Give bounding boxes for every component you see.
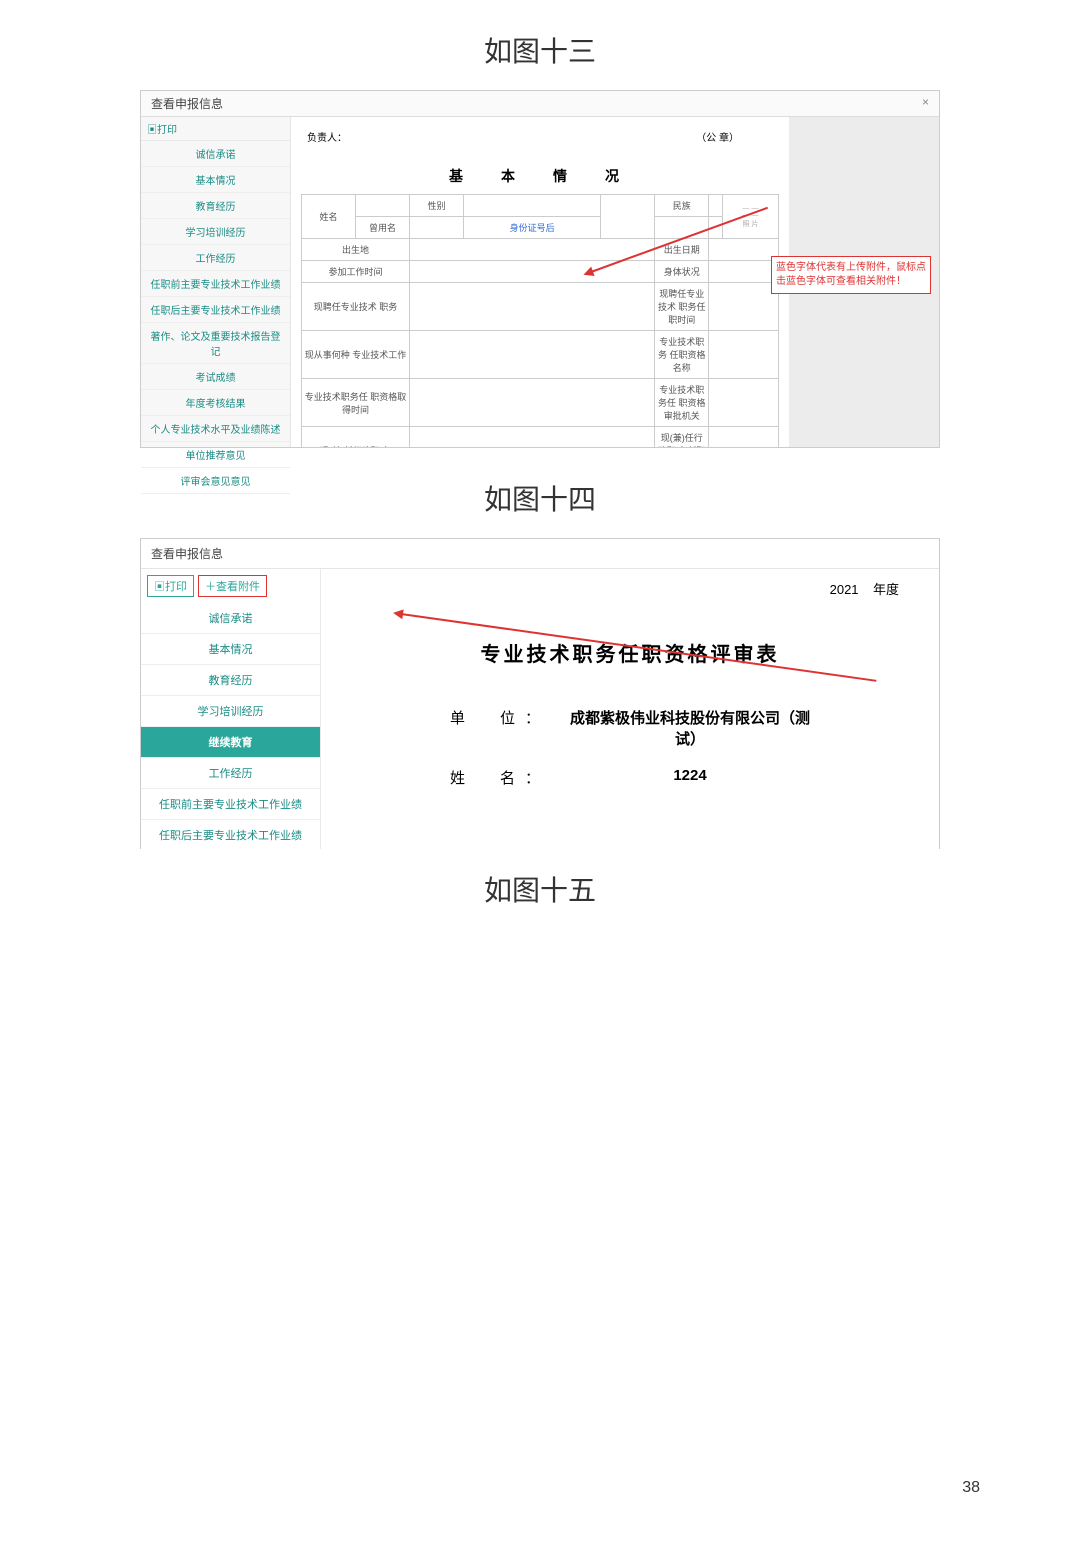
sidebar-item[interactable]: 基本情况: [141, 167, 290, 193]
view-attachments-button[interactable]: ＋查看附件: [198, 575, 267, 597]
fzr-label: 负责人：: [307, 129, 347, 144]
section-title: 基 本 情 况: [301, 166, 779, 186]
year-suffix: 年度: [873, 582, 899, 597]
cell-xpzyjs: 现聘任专业技术 职务: [302, 283, 410, 331]
unit-label: 单 位：: [440, 707, 560, 749]
sidebar-item[interactable]: 个人专业技术水平及业绩陈述: [141, 416, 290, 442]
sidebar-item[interactable]: 任职后主要专业技术工作业绩: [141, 820, 320, 849]
cell-zyjszgjg: 专业技术职务任 职资格审批机关: [655, 379, 709, 427]
sidebar-item[interactable]: 教育经历: [141, 665, 320, 696]
sidebar-item[interactable]: 基本情况: [141, 634, 320, 665]
screenshot-13: 查看申报信息 × ▣打印 诚信承诺 基本情况 教育经历 学习培训经历 工作经历 …: [140, 90, 940, 448]
fig13-caption: 如图十三: [0, 30, 1080, 70]
fig15-caption: 如图十五: [0, 869, 1080, 909]
stamp-hint: （公 章）: [696, 129, 739, 144]
cell-xjrxz: 现(兼)任行政职 务: [302, 427, 410, 448]
photo-placeholder: — —— —照 片: [723, 195, 779, 239]
name-label: 姓 名：: [440, 767, 560, 788]
sidebar-item[interactable]: 工作经历: [141, 758, 320, 789]
unit-value: 成都紫极伟业科技股份有限公司（测试）: [560, 707, 820, 749]
cell-sfzh[interactable]: 身份证号后: [464, 217, 601, 239]
sidebar-item[interactable]: 任职前主要专业技术工作业绩: [141, 789, 320, 820]
cell-zyjszw: 专业技术职务 任职资格名称: [655, 331, 709, 379]
name-value: 1224: [560, 767, 820, 788]
ss1-sidebar: ▣打印 诚信承诺 基本情况 教育经历 学习培训经历 工作经历 任职前主要专业技术…: [141, 117, 291, 447]
sidebar-item[interactable]: 学习培训经历: [141, 696, 320, 727]
sidebar-item[interactable]: 教育经历: [141, 193, 290, 219]
print-button[interactable]: ▣打印: [141, 117, 290, 141]
ss1-window-header: 查看申报信息 ×: [141, 91, 939, 117]
annotation-callout: 蓝色字体代表有上传附件，鼠标点击蓝色字体可查看相关附件！: [771, 256, 931, 294]
form-title: 专业技术职务任职资格评审表: [341, 638, 919, 667]
sidebar-item-active[interactable]: 继续教育: [141, 727, 320, 758]
sidebar-item[interactable]: 年度考核结果: [141, 390, 290, 416]
cell-csd: 出生地: [302, 239, 410, 261]
ss2-window-title: 查看申报信息: [151, 547, 223, 561]
screenshot-14: 查看申报信息 ▣打印 ＋查看附件 诚信承诺 基本情况 教育经历 学习培训经历 继…: [140, 538, 940, 849]
ss2-main: 2021 年度 专业技术职务任职资格评审表 单 位： 成都紫极伟业科技股份有限公…: [321, 569, 939, 849]
sidebar-item[interactable]: 著作、论文及重要技术报告登记: [141, 323, 290, 364]
page-number: 38: [962, 1479, 980, 1497]
ss2-sidebar: ▣打印 ＋查看附件 诚信承诺 基本情况 教育经历 学习培训经历 继续教育 工作经…: [141, 569, 321, 849]
close-icon[interactable]: ×: [922, 95, 929, 112]
cell-xjrxzsj: 现(兼)任行政职 务任职时间: [655, 427, 709, 448]
cell-xpzyjssj: 现聘任专业技术 职务任职时间: [655, 283, 709, 331]
year-value: 2021: [830, 582, 859, 597]
cell-cjgzsj: 参加工作时间: [302, 261, 410, 283]
basic-info-table: 姓名 性别 民族 — —— —照 片 曾用名 身份证号后: [301, 194, 779, 447]
cell-xcshz: 现从事何种 专业技术工作: [302, 331, 410, 379]
ss2-window-header: 查看申报信息: [141, 539, 939, 569]
sidebar-item[interactable]: 工作经历: [141, 245, 290, 271]
sidebar-item[interactable]: 学习培训经历: [141, 219, 290, 245]
sidebar-item[interactable]: 诚信承诺: [141, 603, 320, 634]
print-button[interactable]: ▣打印: [147, 575, 194, 597]
year-line: 2021 年度: [341, 579, 919, 598]
cell-csrq: 出生日期: [655, 239, 709, 261]
ss1-main: 负责人： （公 章） 基 本 情 况 姓名 性别 民族 — —— —照 片 曾用…: [291, 117, 789, 447]
sidebar-item[interactable]: 单位推荐意见: [141, 442, 290, 468]
cell-zyjszg: 专业技术职务任 职资格取得时间: [302, 379, 410, 427]
ss1-window-title: 查看申报信息: [151, 95, 223, 112]
sidebar-item[interactable]: 诚信承诺: [141, 141, 290, 167]
sidebar-item[interactable]: 评审会意见意见: [141, 468, 290, 494]
cell-xb: 性别: [410, 195, 464, 217]
cell-xm: 姓名: [302, 195, 356, 239]
sidebar-item[interactable]: 考试成绩: [141, 364, 290, 390]
cell-cym: 曾用名: [356, 217, 410, 239]
sidebar-item[interactable]: 任职后主要专业技术工作业绩: [141, 297, 290, 323]
cell-stzk: 身体状况: [655, 261, 709, 283]
sidebar-item[interactable]: 任职前主要专业技术工作业绩: [141, 271, 290, 297]
cell-mz: 民族: [655, 195, 709, 217]
